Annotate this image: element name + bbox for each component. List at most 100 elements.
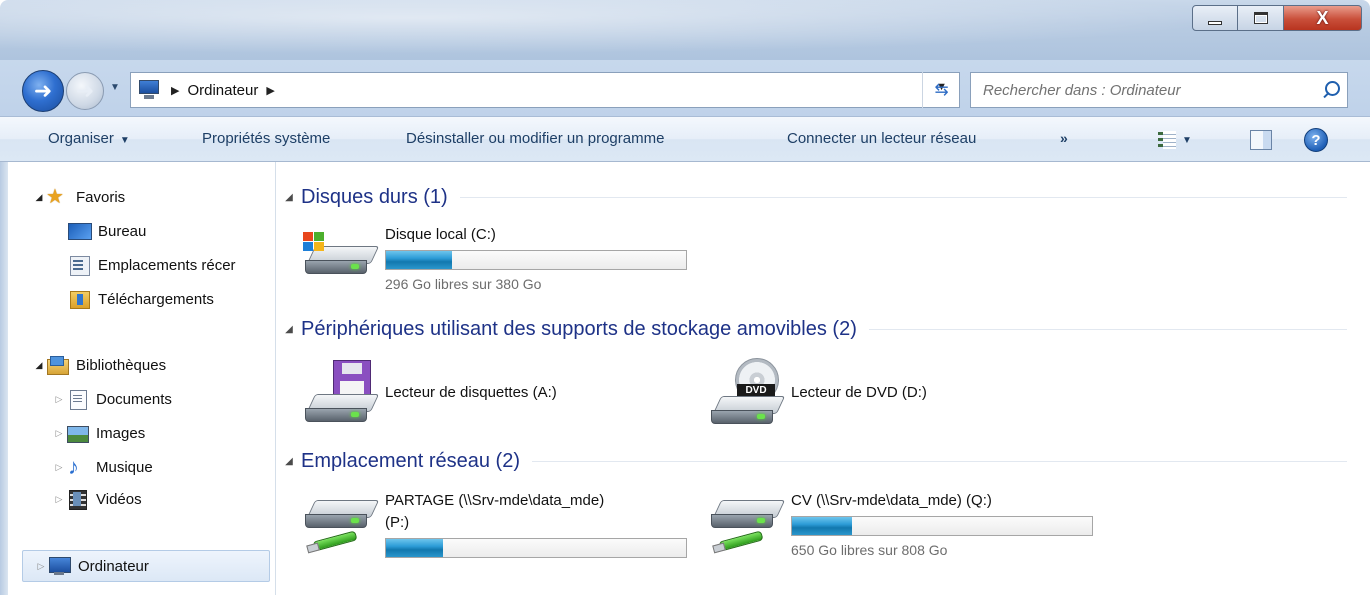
- search-icon[interactable]: [1317, 75, 1347, 105]
- expand-toggle-icon[interactable]: ▷: [52, 494, 66, 505]
- group-header-hard-drives[interactable]: ◢ Disques durs (1): [277, 184, 1347, 210]
- search-input[interactable]: [971, 75, 1317, 105]
- view-icon: [1158, 131, 1176, 149]
- nav-item-images[interactable]: ▷ Images: [52, 420, 145, 446]
- search-box[interactable]: [970, 72, 1348, 108]
- minimize-icon: [1208, 21, 1222, 25]
- drive-usage-bar-q: [791, 516, 1093, 536]
- drive-letter-p: (P:): [385, 514, 410, 531]
- drive-name-a: Lecteur de disquettes (A:): [385, 384, 557, 401]
- drive-name-q: CV (\\Srv-mde\data_mde) (Q:): [791, 492, 992, 509]
- window-left-edge: [0, 162, 8, 595]
- drive-item-q[interactable]: CV (\\Srv-mde\data_mde) (Q:) 650 Go libr…: [707, 486, 1127, 576]
- music-icon: [66, 454, 88, 480]
- group-header-removable[interactable]: ◢ Périphériques utilisant des supports d…: [277, 316, 1347, 342]
- drive-item-c[interactable]: Disque local (C:) 296 Go libres sur 380 …: [301, 218, 721, 298]
- nav-label-music: Musique: [96, 458, 153, 476]
- libraries-icon: [46, 355, 69, 375]
- nav-item-libraries[interactable]: ◢ Bibliothèques: [32, 352, 166, 378]
- collapse-group-icon[interactable]: ◢: [277, 456, 301, 467]
- computer-icon: [48, 556, 71, 576]
- recent-pages-dropdown[interactable]: ▼: [108, 82, 122, 96]
- dvd-drive-icon: DVD: [707, 358, 786, 436]
- drive-name-p: PARTAGE (\\Srv-mde\data_mde): [385, 492, 605, 509]
- nav-item-favoris[interactable]: ◢ ★ Favoris: [32, 184, 126, 210]
- organiser-label: Organiser: [48, 130, 114, 147]
- network-drive-icon: [301, 486, 380, 564]
- downloads-folder-icon: [68, 289, 90, 309]
- expand-toggle-icon[interactable]: ◢: [32, 192, 46, 203]
- expand-toggle-icon[interactable]: ▷: [52, 428, 66, 439]
- expand-toggle-icon[interactable]: ▷: [52, 394, 66, 405]
- recent-places-icon: [68, 255, 90, 276]
- star-icon: ★: [46, 186, 64, 208]
- group-divider: [868, 328, 1347, 330]
- network-plug-icon: [718, 530, 764, 552]
- group-header-network[interactable]: ◢ Emplacement réseau (2): [277, 448, 1347, 474]
- group-title-removable: Périphériques utilisant des supports de …: [301, 317, 857, 340]
- nav-item-recent-places[interactable]: Emplacements récer: [68, 252, 236, 278]
- expand-toggle-icon[interactable]: ◢: [32, 360, 46, 371]
- group-divider: [531, 460, 1347, 462]
- nav-label-videos: Vidéos: [96, 490, 142, 508]
- nav-item-videos[interactable]: ▷ Vidéos: [52, 486, 142, 512]
- group-divider: [459, 196, 1347, 198]
- close-button[interactable]: X: [1284, 5, 1362, 31]
- refresh-icon: ⇆: [934, 80, 949, 99]
- breadcrumb-chevron-icon[interactable]: ▶: [266, 84, 274, 97]
- floppy-drive-icon: [301, 358, 380, 436]
- chevron-down-icon: ▼: [119, 135, 130, 146]
- change-view-button[interactable]: ▼: [1158, 128, 1214, 152]
- maximize-button[interactable]: [1238, 5, 1284, 31]
- nav-label-bureau: Bureau: [98, 222, 147, 240]
- organiser-menu[interactable]: Organiser ▼: [48, 130, 130, 147]
- uninstall-program-button[interactable]: Désinstaller ou modifier un programme: [406, 130, 664, 147]
- drive-usage-bar-c: [385, 250, 687, 270]
- nav-label-favoris: Favoris: [76, 188, 126, 206]
- address-row: ➜ ➜ ▼ ▶ Ordinateur ▶ ▼ ⇆: [0, 60, 1370, 116]
- map-network-drive-button[interactable]: Connecter un lecteur réseau: [787, 130, 976, 147]
- expand-toggle-icon[interactable]: ▷: [52, 462, 66, 473]
- drive-item-a[interactable]: Lecteur de disquettes (A:): [301, 358, 641, 438]
- refresh-button[interactable]: ⇆: [922, 72, 960, 108]
- nav-item-music[interactable]: ▷ Musique: [52, 454, 153, 480]
- drive-usage-fill-c: [386, 251, 452, 269]
- back-button[interactable]: ➜: [22, 70, 64, 112]
- preview-pane-button[interactable]: [1250, 130, 1272, 150]
- nav-item-downloads[interactable]: Téléchargements: [68, 286, 214, 312]
- system-properties-button[interactable]: Propriétés système: [202, 130, 330, 147]
- minimize-button[interactable]: [1192, 5, 1238, 31]
- windows-logo-icon: [303, 232, 327, 254]
- collapse-group-icon[interactable]: ◢: [277, 192, 301, 203]
- navigation-pane: ◢ ★ Favoris Bureau Emplacements récer Té…: [0, 162, 276, 595]
- nav-item-bureau[interactable]: Bureau: [68, 218, 146, 244]
- videos-icon: [66, 489, 88, 510]
- drive-item-d[interactable]: DVD Lecteur de DVD (D:): [707, 358, 1007, 438]
- forward-button[interactable]: ➜: [66, 72, 104, 110]
- collapse-group-icon[interactable]: ◢: [277, 324, 301, 335]
- command-bar: Organiser ▼ Propriétés système Désinstall…: [0, 116, 1370, 162]
- nav-label-downloads: Téléchargements: [98, 290, 214, 308]
- more-commands-button[interactable]: »: [1060, 130, 1068, 146]
- expand-toggle-icon[interactable]: ▷: [34, 561, 48, 572]
- breadcrumb-chevron-icon[interactable]: ▶: [171, 84, 179, 97]
- documents-icon: [66, 389, 88, 410]
- nav-label-recent-places: Emplacements récer: [98, 256, 236, 274]
- content-pane: ◢ Disques durs (1) Disque local (C:) 296…: [277, 162, 1370, 595]
- nav-item-computer[interactable]: ▷ Ordinateur: [34, 553, 149, 579]
- help-button[interactable]: ?: [1304, 128, 1328, 152]
- chevron-down-icon: ▼: [1182, 134, 1192, 146]
- maximize-icon: [1253, 12, 1268, 24]
- window-titlebar: X: [0, 0, 1370, 60]
- computer-icon: [139, 80, 163, 100]
- address-bar[interactable]: ▶ Ordinateur ▶ ▼: [130, 72, 960, 108]
- nav-item-documents[interactable]: ▷ Documents: [52, 386, 172, 412]
- drive-name-c: Disque local (C:): [385, 226, 496, 243]
- drive-free-space-q: 650 Go libres sur 808 Go: [791, 542, 948, 558]
- network-drive-icon: [707, 486, 786, 564]
- drive-free-space-c: 296 Go libres sur 380 Go: [385, 276, 542, 292]
- drive-item-p[interactable]: PARTAGE (\\Srv-mde\data_mde) (P:): [301, 486, 721, 576]
- breadcrumb-item-ordinateur[interactable]: Ordinateur: [187, 82, 258, 99]
- arrow-left-icon: ➜: [33, 78, 53, 103]
- nav-label-documents: Documents: [96, 390, 172, 408]
